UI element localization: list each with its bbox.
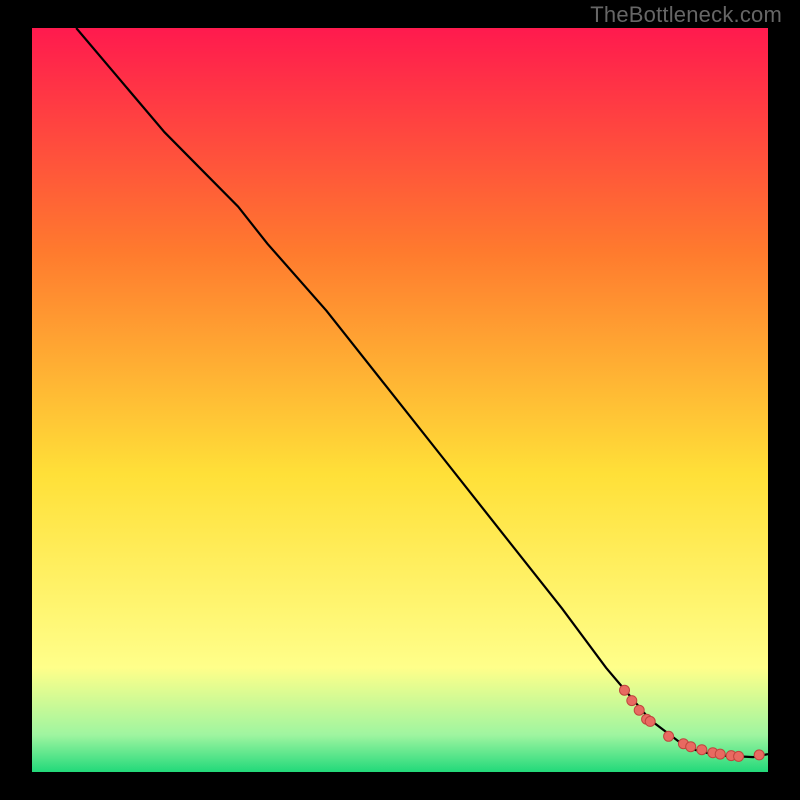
marker-point (620, 685, 630, 695)
plot-area (32, 28, 768, 772)
watermark-text: TheBottleneck.com (590, 2, 782, 28)
plot-svg (32, 28, 768, 772)
marker-point (754, 750, 764, 760)
gradient-background (32, 28, 768, 772)
marker-point (686, 742, 696, 752)
marker-point (734, 751, 744, 761)
marker-point (627, 696, 637, 706)
marker-point (715, 749, 725, 759)
marker-point (645, 716, 655, 726)
marker-point (664, 731, 674, 741)
marker-point (634, 705, 644, 715)
marker-point (697, 745, 707, 755)
chart-frame: TheBottleneck.com (0, 0, 800, 800)
